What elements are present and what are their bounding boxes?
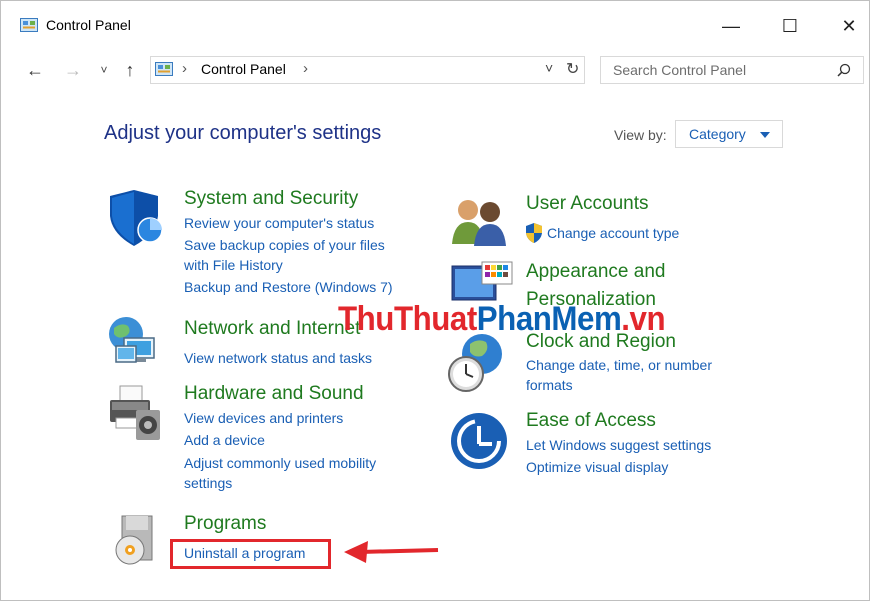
change-date-format-link[interactable]: Change date, time, or number <box>526 357 712 373</box>
close-button[interactable]: ✕ <box>826 8 870 44</box>
appearance-link[interactable]: Appearance and <box>526 261 665 283</box>
forward-button[interactable]: → <box>62 58 84 82</box>
users-icon <box>452 200 506 246</box>
view-by-dropdown[interactable]: Category <box>675 120 783 148</box>
programs-icon <box>115 515 153 565</box>
ease-of-access-link[interactable]: Ease of Access <box>526 410 656 432</box>
change-account-type-link[interactable]: Change account type <box>547 225 679 241</box>
breadcrumb-separator: › <box>182 60 187 77</box>
network-icon <box>109 317 155 363</box>
backup-restore-link[interactable]: Backup and Restore (Windows 7) <box>184 279 393 295</box>
hardware-sound-link[interactable]: Hardware and Sound <box>184 383 364 405</box>
network-status-link[interactable]: View network status and tasks <box>184 350 372 366</box>
search-input[interactable] <box>611 61 835 79</box>
suggest-settings-link[interactable]: Let Windows suggest settings <box>526 437 711 453</box>
control-panel-icon <box>20 18 38 32</box>
review-status-link[interactable]: Review your computer's status <box>184 215 374 231</box>
search-icon[interactable] <box>837 63 851 77</box>
optimize-display-link[interactable]: Optimize visual display <box>526 459 668 475</box>
minimize-button[interactable]: — <box>708 8 754 44</box>
address-dropdown-button[interactable]: ˅ <box>545 60 553 76</box>
network-internet-link[interactable]: Network and Internet <box>184 318 360 340</box>
view-by-value: Category <box>689 126 746 142</box>
ease-of-access-icon <box>451 413 507 469</box>
up-button[interactable]: ↑ <box>120 58 140 82</box>
breadcrumb-separator[interactable]: › <box>303 60 308 77</box>
annotation-arrow-icon <box>344 541 439 563</box>
recent-locations-button[interactable]: ˅ <box>96 58 112 82</box>
add-device-link[interactable]: Add a device <box>184 432 265 448</box>
refresh-button[interactable]: ↻ <box>566 59 579 79</box>
mobility-settings-link[interactable]: Adjust commonly used mobility <box>184 455 376 471</box>
watermark-part3: .vn <box>621 300 666 338</box>
shield-icon <box>110 190 163 246</box>
system-security-link[interactable]: System and Security <box>184 188 358 210</box>
back-button[interactable]: ← <box>24 58 46 82</box>
mobility-settings-link-line2[interactable]: settings <box>184 475 232 491</box>
maximize-button[interactable]: ☐ <box>767 8 813 44</box>
printer-icon <box>110 385 160 440</box>
devices-printers-link[interactable]: View devices and printers <box>184 410 343 426</box>
watermark: ThuThuatPhanMem.vn <box>338 300 666 339</box>
file-history-link[interactable]: Save backup copies of your files <box>184 237 385 253</box>
breadcrumb-item[interactable]: Control Panel <box>201 61 286 77</box>
programs-link[interactable]: Programs <box>184 513 266 535</box>
user-accounts-link[interactable]: User Accounts <box>526 193 649 215</box>
watermark-part1: ThuThuat <box>338 300 477 338</box>
page-heading: Adjust your computer's settings <box>104 122 382 144</box>
watermark-part2: PhanMem <box>476 300 622 338</box>
uac-shield-icon <box>526 223 542 243</box>
control-panel-icon <box>155 62 173 76</box>
change-date-format-link-line2[interactable]: formats <box>526 377 573 393</box>
file-history-link-line2[interactable]: with File History <box>184 257 283 273</box>
search-box <box>600 56 864 84</box>
window-title: Control Panel <box>46 17 131 33</box>
clock-globe-icon <box>448 334 502 392</box>
annotation-highlight-box <box>170 539 331 569</box>
view-by-label: View by: <box>614 127 667 143</box>
chevron-down-icon <box>760 132 770 138</box>
